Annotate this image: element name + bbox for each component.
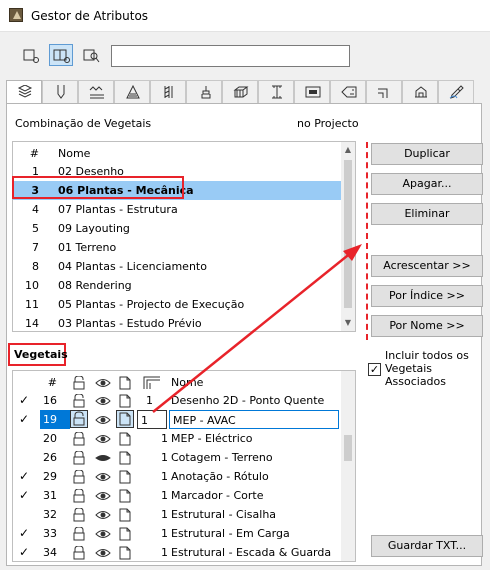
annotation-arrow	[152, 244, 362, 413]
